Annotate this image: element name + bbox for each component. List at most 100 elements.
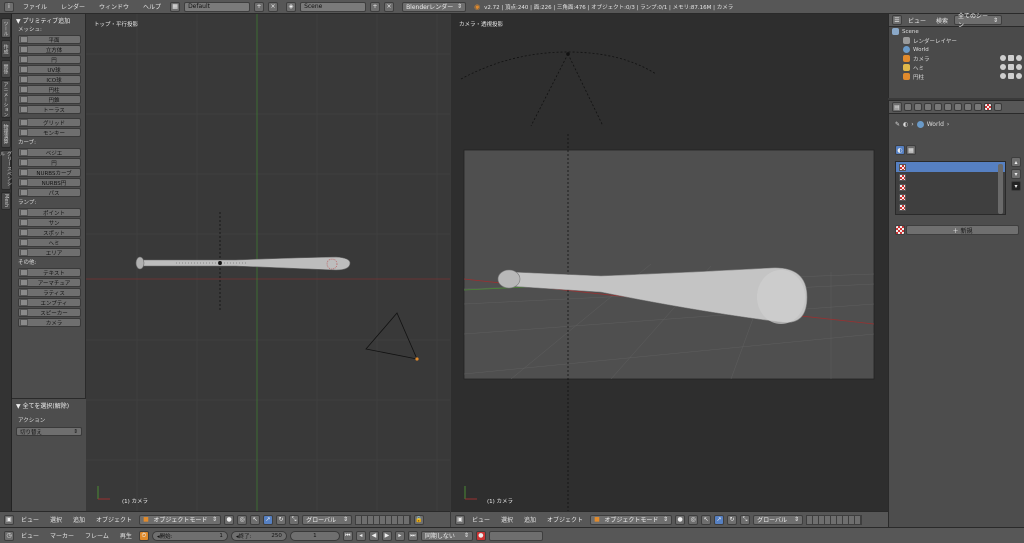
add-nurbs-circle-button[interactable]: NURBS円 — [18, 178, 81, 187]
menu-add[interactable]: 追加 — [520, 515, 540, 524]
play-icon[interactable]: ▶ — [381, 530, 392, 541]
add-path-button[interactable]: パス — [18, 188, 81, 197]
jump-end-icon[interactable]: ⏭ — [407, 530, 418, 541]
menu-view[interactable]: ビュー — [17, 515, 43, 524]
mode-dropdown[interactable]: ■ オブジェクトモード ⇕ — [590, 514, 673, 525]
outliner-item-hemi[interactable]: ヘミ — [889, 63, 1024, 72]
translate-icon[interactable]: ↗ — [263, 514, 274, 525]
timeline-menu-playback[interactable]: 再生 — [116, 531, 136, 540]
menu-object[interactable]: オブジェクト — [543, 515, 587, 524]
editor-type-3dview-icon[interactable]: ▣ — [4, 514, 14, 525]
editor-type-info-icon[interactable]: i — [4, 1, 14, 12]
menu-object[interactable]: オブジェクト — [92, 515, 136, 524]
mode-dropdown[interactable]: ■ オブジェクトモード ⇕ — [139, 514, 222, 525]
current-frame-field[interactable]: 1 — [289, 530, 340, 541]
outliner-item-render-layers[interactable]: レンダーレイヤー — [889, 36, 1024, 45]
end-frame-field[interactable]: ◂終了: 250 — [230, 530, 287, 541]
add-bezier-circle-button[interactable]: 円 — [18, 158, 81, 167]
camera-object-top[interactable] — [365, 312, 419, 361]
outliner-item-world[interactable]: World — [889, 45, 1024, 54]
add-spot-lamp-button[interactable]: スポット — [18, 228, 81, 237]
display-mode-dropdown[interactable]: 全てのシーン ⇕ — [954, 13, 1003, 29]
add-point-lamp-button[interactable]: ポイント — [18, 208, 81, 217]
menu-render[interactable]: レンダー — [56, 2, 90, 11]
render-camera-icon[interactable] — [1016, 55, 1022, 61]
pivot-point-icon[interactable]: ◎ — [237, 514, 248, 525]
constraints-tab-icon[interactable] — [954, 103, 962, 111]
add-speaker-button[interactable]: スピーカー — [18, 308, 81, 317]
outliner-item-scene[interactable]: Scene — [889, 27, 1024, 36]
texture-slot-selected[interactable] — [896, 162, 1005, 172]
move-down-icon[interactable]: ▾ — [1011, 169, 1021, 179]
add-scene-icon[interactable]: + — [370, 1, 381, 12]
layer-buttons[interactable] — [355, 514, 412, 525]
timeline-menu-frame[interactable]: フレーム — [81, 531, 113, 540]
add-monkey-button[interactable]: モンキー — [18, 128, 81, 137]
remove-scene-icon[interactable]: × — [384, 1, 395, 12]
tab-tools[interactable]: ツール — [1, 18, 11, 38]
texture-tab-icon[interactable] — [984, 103, 992, 111]
tab-animation[interactable]: アニメーション — [1, 80, 11, 118]
tab-create[interactable]: 作成 — [1, 40, 11, 58]
keying-set-field[interactable] — [488, 530, 543, 541]
timeline-menu-marker[interactable]: マーカー — [46, 531, 78, 540]
scene-icon[interactable]: ◈ — [286, 1, 297, 12]
visibility-eye-icon[interactable] — [1000, 55, 1006, 61]
texture-slot[interactable] — [896, 192, 1005, 202]
add-layout-icon[interactable]: + — [254, 1, 265, 12]
screen-layout-field[interactable]: Default — [184, 1, 251, 12]
lock-icon[interactable]: 🔒 — [414, 514, 425, 525]
jump-start-icon[interactable]: ⏮ — [342, 530, 353, 541]
visibility-eye-icon[interactable] — [1000, 73, 1006, 79]
add-text-button[interactable]: テキスト — [18, 268, 81, 277]
add-area-lamp-button[interactable]: エリア — [18, 248, 81, 257]
scale-icon[interactable]: ⤡ — [740, 514, 751, 525]
add-armature-button[interactable]: アーマチュア — [18, 278, 81, 287]
pin-icon[interactable]: ✎ — [895, 121, 900, 128]
texture-browse-icon[interactable] — [895, 225, 905, 235]
add-uv-sphere-button[interactable]: UV球 — [18, 65, 81, 74]
render-layers-tab-icon[interactable] — [914, 103, 922, 111]
visibility-eye-icon[interactable] — [1000, 64, 1006, 70]
select-arrow-icon[interactable] — [1008, 64, 1014, 70]
remove-layout-icon[interactable]: × — [268, 1, 279, 12]
add-plane-button[interactable]: 平面 — [18, 35, 81, 44]
layer-buttons[interactable] — [806, 514, 863, 525]
render-camera-icon[interactable] — [1016, 73, 1022, 79]
add-ico-sphere-button[interactable]: ICO球 — [18, 75, 81, 84]
menu-select[interactable]: 選択 — [497, 515, 517, 524]
scale-icon[interactable]: ⤡ — [289, 514, 300, 525]
menu-select[interactable]: 選択 — [46, 515, 66, 524]
outliner-menu-view[interactable]: ビュー — [904, 16, 930, 25]
rotate-icon[interactable]: ↻ — [276, 514, 287, 525]
viewport-camera-persp[interactable]: カメラ・透視投影 (1) カメラ — [451, 14, 888, 511]
scene-field[interactable]: Scene — [300, 1, 367, 12]
menu-add[interactable]: 追加 — [69, 515, 89, 524]
add-cube-button[interactable]: 立方体 — [18, 45, 81, 54]
brush-texture-icon[interactable]: ▦ — [906, 145, 916, 155]
outliner-item-cylinder[interactable]: 円柱 — [889, 72, 1024, 81]
menu-window[interactable]: ウィンドウ — [94, 2, 134, 11]
texture-slot[interactable] — [896, 202, 1005, 212]
render-camera-icon[interactable] — [1016, 64, 1022, 70]
action-dropdown[interactable]: 切り替え ⇕ — [16, 427, 82, 436]
texture-slot[interactable] — [896, 182, 1005, 192]
slot-specials-icon[interactable]: ▾ — [1011, 181, 1021, 191]
tab-physics[interactable]: 物理演算 — [1, 120, 11, 148]
baseball-bat-top[interactable] — [135, 256, 351, 271]
editor-type-3dview-icon[interactable]: ▣ — [455, 514, 465, 525]
menu-view[interactable]: ビュー — [468, 515, 494, 524]
editor-type-outliner-icon[interactable]: ☰ — [892, 15, 902, 25]
add-bezier-button[interactable]: ベジエ — [18, 148, 81, 157]
sync-mode-dropdown[interactable]: 同期しない ⇕ — [420, 530, 473, 541]
add-camera-button[interactable]: カメラ — [18, 318, 81, 327]
screen-layout-icon[interactable]: ▦ — [170, 1, 181, 12]
particles-tab-icon[interactable] — [994, 103, 1002, 111]
pivot-point-icon[interactable]: ◎ — [688, 514, 699, 525]
play-reverse-icon[interactable]: ◀ — [368, 530, 379, 541]
add-sun-lamp-button[interactable]: サン — [18, 218, 81, 227]
scene-tab-icon[interactable] — [924, 103, 932, 111]
add-grid-button[interactable]: グリッド — [18, 118, 81, 127]
add-circle-button[interactable]: 円 — [18, 55, 81, 64]
data-tab-icon[interactable] — [974, 103, 982, 111]
